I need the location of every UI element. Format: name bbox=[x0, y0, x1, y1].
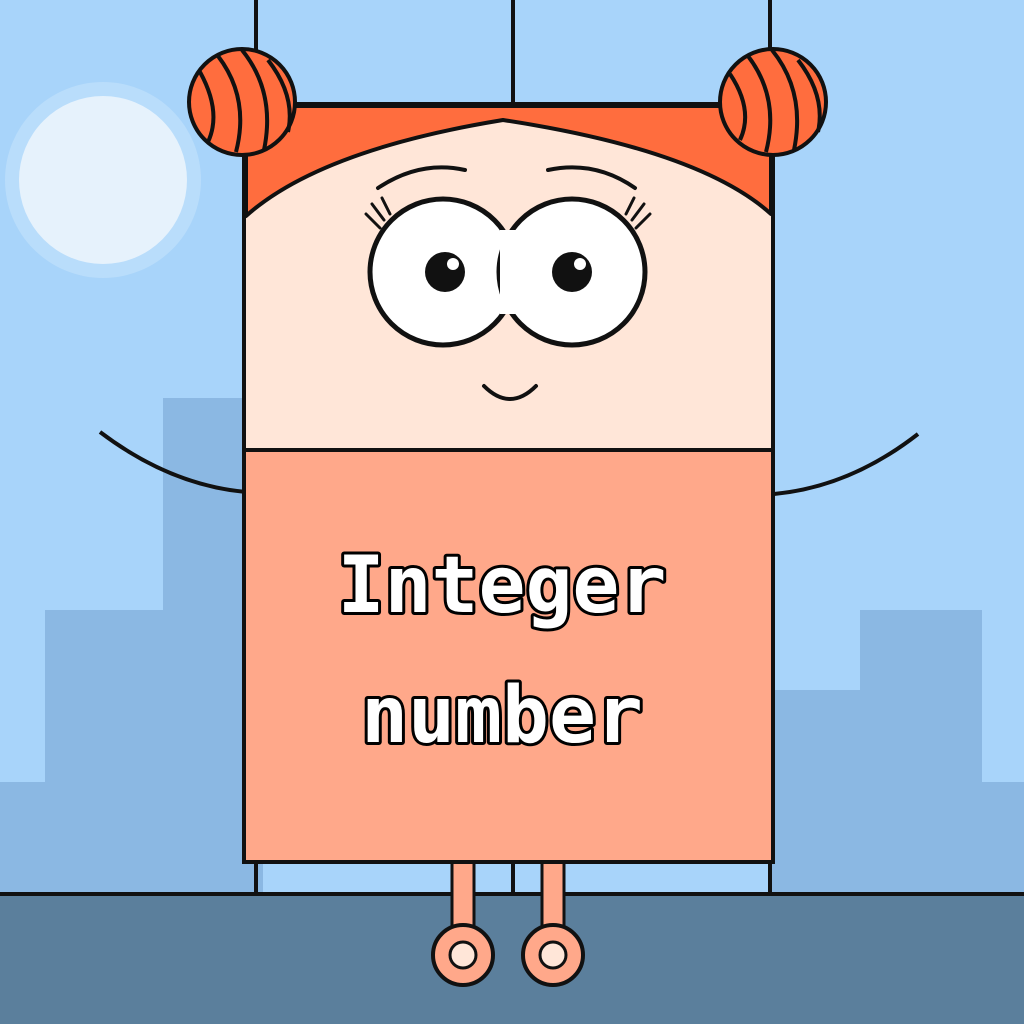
label-line-2: number bbox=[361, 671, 643, 761]
sun bbox=[19, 96, 187, 264]
character-body bbox=[242, 448, 775, 864]
illustration-scene: Integer number bbox=[0, 0, 1024, 1024]
label-line-1: Integer bbox=[338, 541, 667, 631]
hair-bun-left bbox=[187, 47, 297, 157]
ground bbox=[0, 894, 1024, 1024]
hair-bun-right bbox=[718, 47, 828, 157]
